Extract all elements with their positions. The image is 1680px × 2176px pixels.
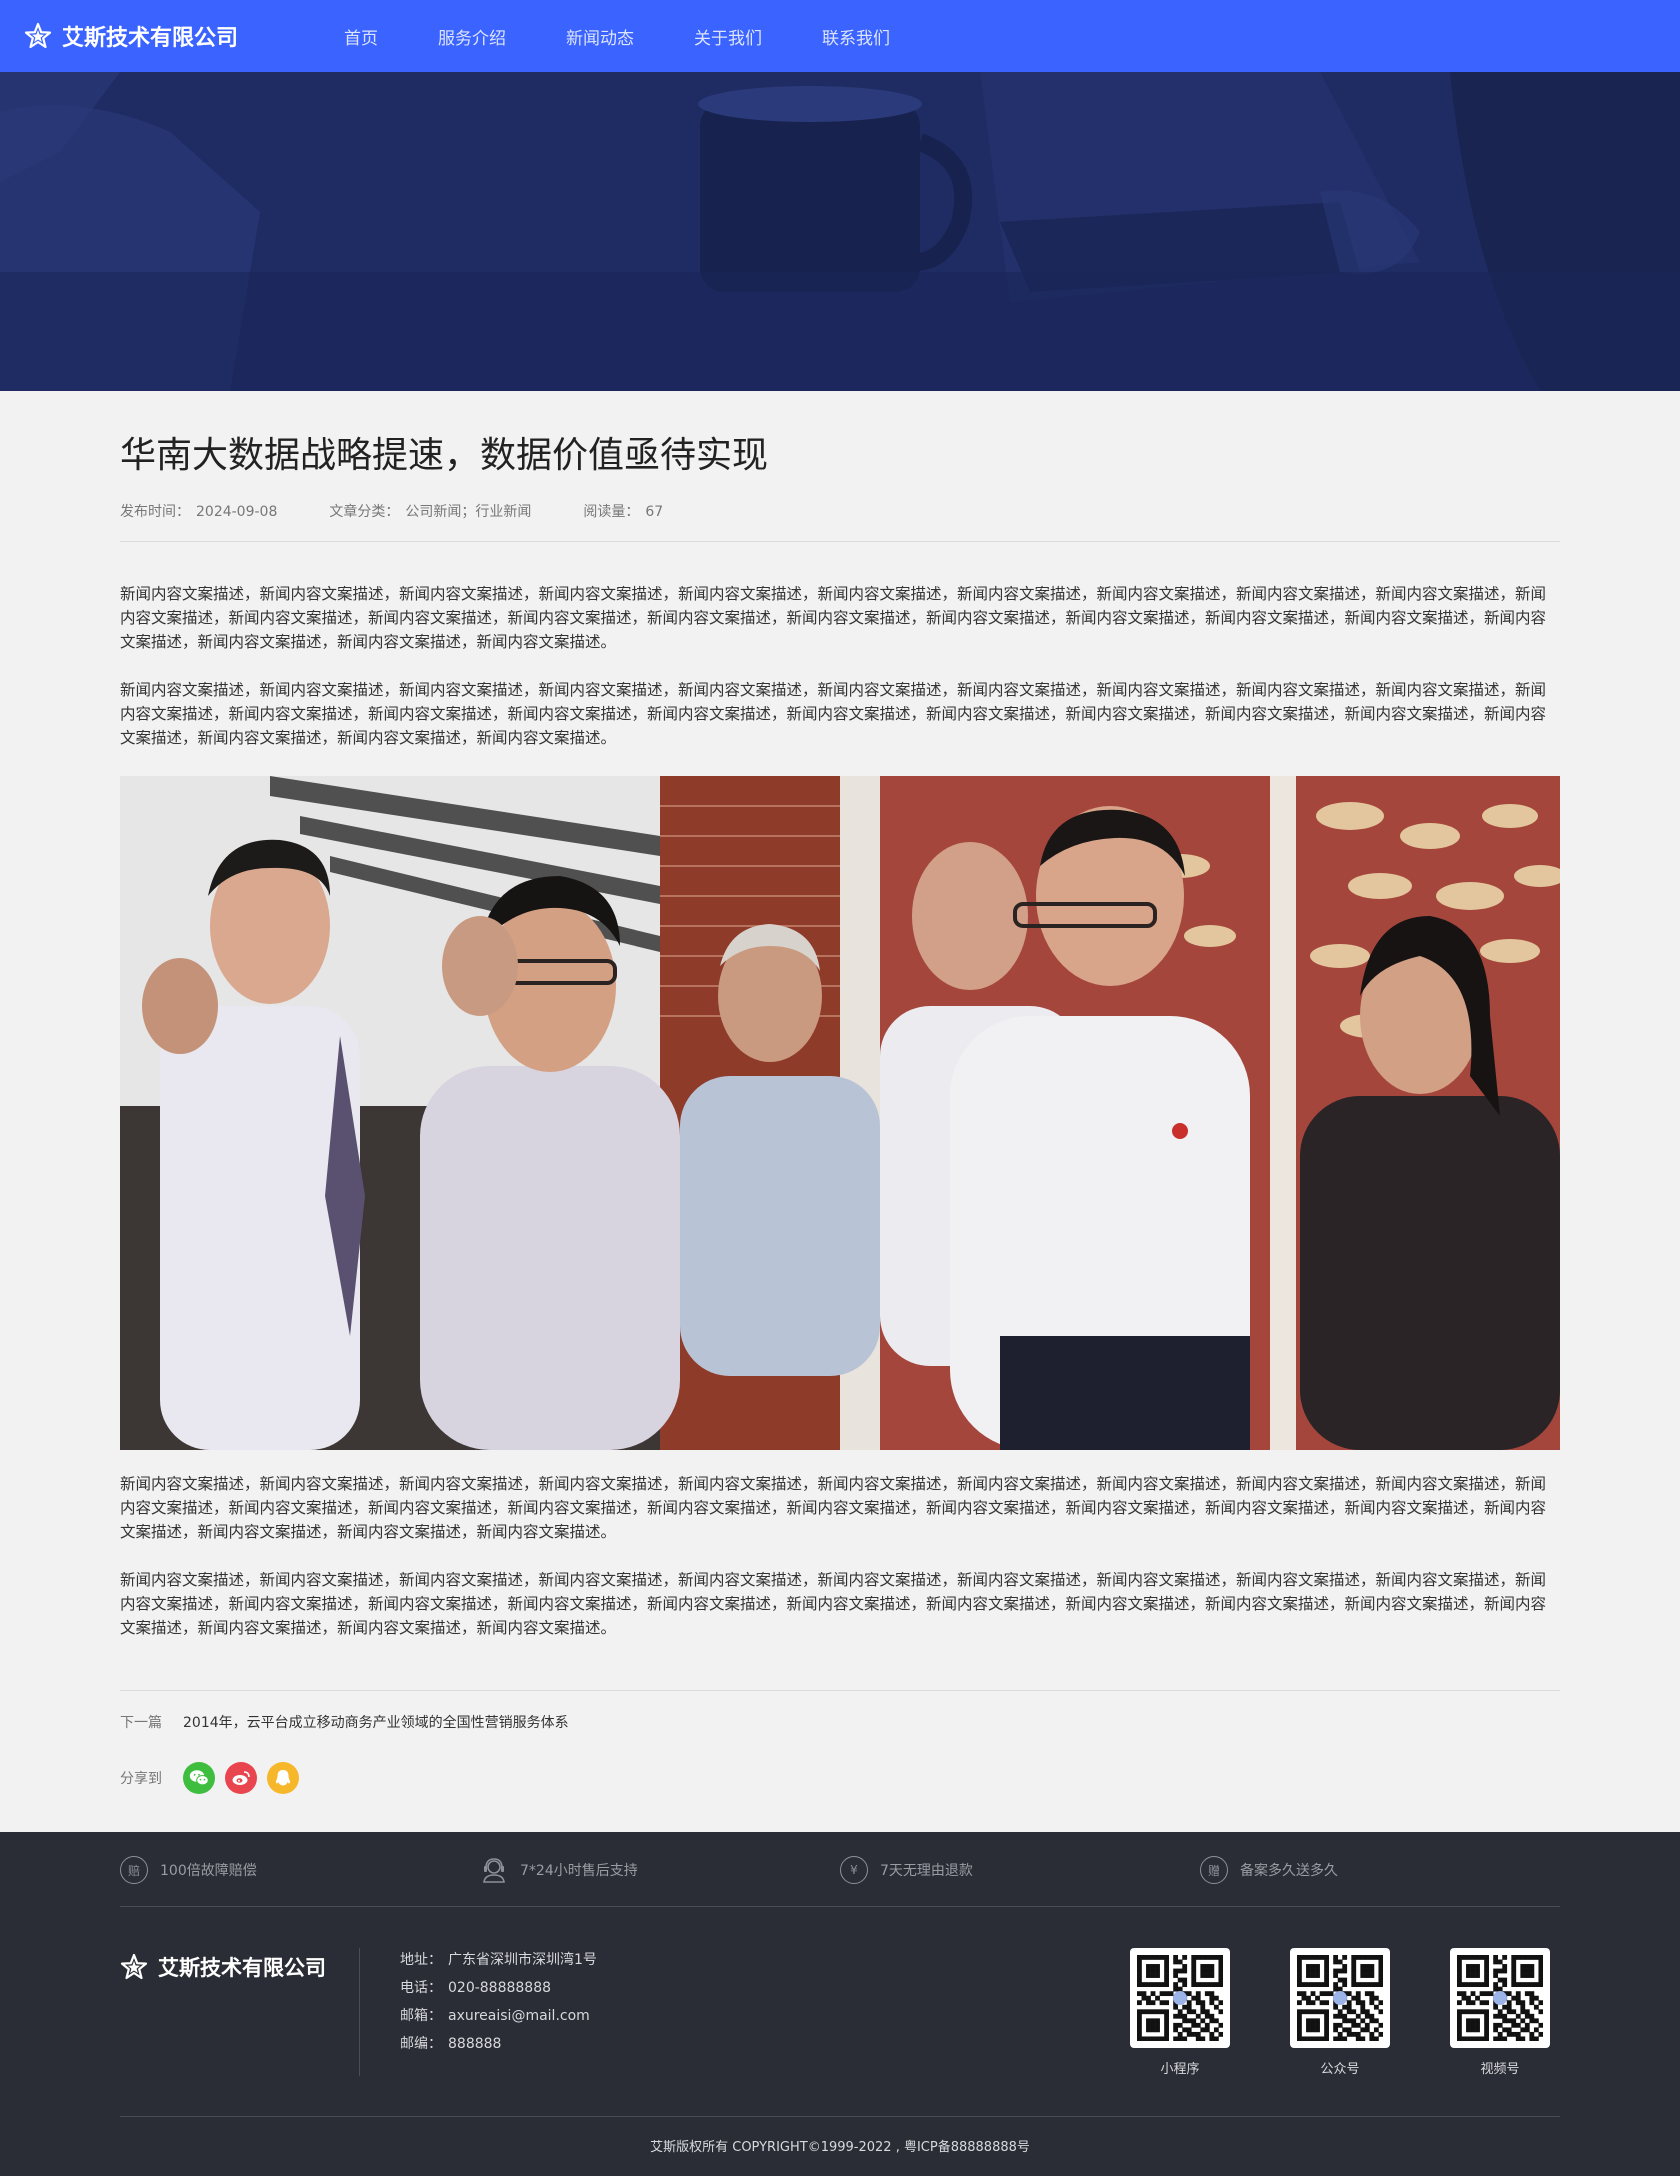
footer-bottom-divider [120, 2116, 1560, 2117]
share-qq-button[interactable] [267, 1762, 299, 1794]
qr-label: 公众号 [1320, 2062, 1360, 2077]
category-value[interactable]: 公司新闻；行业新闻 [405, 504, 531, 520]
group-photo-image [120, 776, 1560, 1450]
qr-mini-program: 小程序 [1130, 1948, 1230, 2077]
hero-background-image [0, 72, 1680, 391]
next-article: 下一篇 2014年，云平台成立移动商务产业领域的全国性营销服务体系 [120, 1711, 1560, 1733]
header-logo[interactable]: 艾斯技术有限公司 [24, 20, 314, 52]
qr-code-icon [1297, 1955, 1383, 2041]
star-logo-icon [24, 22, 52, 49]
qr-codes: 小程序 公众号 视频号 [1130, 1948, 1550, 2077]
postcode-label: 邮编： [400, 2036, 442, 2052]
phone-label: 电话： [400, 1980, 442, 1996]
view-count: 阅读量： 67 [583, 501, 663, 521]
feature-text: 100倍故障赔偿 [160, 1863, 257, 1879]
article-paragraph: 新闻内容文案描述，新闻内容文案描述，新闻内容文案描述，新闻内容文案描述，新闻内容… [120, 1571, 1547, 1637]
feature-item: 7*24小时售后支持 [480, 1854, 840, 1886]
next-article-link[interactable]: 2014年，云平台成立移动商务产业领域的全国性营销服务体系 [183, 1712, 569, 1732]
article-title: 华南大数据战略提速，数据价值亟待实现 [120, 435, 769, 476]
address-value: 广东省深圳市深圳湾1号 [448, 1952, 597, 1968]
article: 华南大数据战略提速，数据价值亟待实现 发布时间： 2024-09-08 文章分类：… [120, 391, 1560, 1795]
contact-info: 地址： 广东省深圳市深圳湾1号 电话： 020-88888888 邮箱： axurea… [400, 1946, 597, 2058]
weibo-icon [232, 1771, 250, 1785]
article-meta: 发布时间： 2024-09-08 文章分类： 公司新闻；行业新闻 阅读量： 67 [120, 499, 1560, 523]
footer-logo[interactable]: 艾斯技术有限公司 [120, 1952, 326, 1982]
phone-value[interactable]: 020-88888888 [448, 1980, 551, 1996]
share-label: 分享到 [120, 1771, 162, 1787]
feature-text: 7*24小时售后支持 [520, 1863, 638, 1879]
article-end-divider [120, 1690, 1560, 1691]
customer-service-icon [480, 1856, 508, 1884]
feature-text: 备案多久送多久 [1240, 1863, 1338, 1879]
feature-item: ¥ 7天无理由退款 [840, 1854, 1200, 1886]
contact-address: 地址： 广东省深圳市深圳湾1号 [400, 1946, 597, 1974]
qr-code-image [1130, 1948, 1230, 2048]
service-features: 赔 100倍故障赔偿 7*24小时售后支持 ¥ 7天无理由退款 赠 备案多久送多… [120, 1854, 1560, 1886]
contact-phone: 电话： 020-88888888 [400, 1974, 597, 2002]
title-divider [120, 541, 1560, 542]
contact-postcode: 邮编： 888888 [400, 2030, 597, 2058]
qq-icon [275, 1770, 291, 1786]
share-wechat-button[interactable] [183, 1762, 215, 1794]
publish-date: 发布时间： 2024-09-08 [120, 501, 277, 521]
article-paragraph: 新闻内容文案描述，新闻内容文案描述，新闻内容文案描述，新闻内容文案描述，新闻内容… [120, 681, 1547, 747]
share-weibo-button[interactable] [225, 1762, 257, 1794]
qr-label: 小程序 [1160, 2062, 1200, 2077]
qr-code-image [1290, 1948, 1390, 2048]
nav-about[interactable]: 关于我们 [694, 24, 762, 49]
article-category: 文章分类： 公司新闻；行业新闻 [329, 501, 531, 521]
footer-company-name: 艾斯技术有限公司 [158, 1956, 326, 1980]
article-photo [120, 776, 1560, 1450]
view-count-label: 阅读量： [583, 504, 640, 520]
publish-date-label: 发布时间： [120, 504, 190, 520]
feature-item: 赔 100倍故障赔偿 [120, 1854, 480, 1886]
postcode-value: 888888 [448, 2036, 502, 2052]
share-bar: 分享到 [120, 1761, 1560, 1795]
email-label: 邮箱： [400, 2008, 442, 2024]
site-footer: 赔 100倍故障赔偿 7*24小时售后支持 ¥ 7天无理由退款 赠 备案多久送多… [0, 1832, 1680, 2176]
qr-code-image [1450, 1948, 1550, 2048]
email-value[interactable]: axureaisi@mail.com [448, 2008, 590, 2024]
compensation-icon: 赔 [120, 1856, 148, 1884]
gift-icon: 赠 [1200, 1856, 1228, 1884]
refund-icon: ¥ [840, 1856, 868, 1884]
qr-official-account: 公众号 [1290, 1948, 1390, 2077]
publish-date-value: 2024-09-08 [196, 504, 278, 520]
category-label: 文章分类： [329, 504, 400, 520]
nav-home[interactable]: 首页 [344, 24, 378, 49]
main-nav: 首页 服务介绍 新闻动态 关于我们 联系我们 [314, 24, 950, 49]
article-paragraph: 新闻内容文案描述，新闻内容文案描述，新闻内容文案描述，新闻内容文案描述，新闻内容… [120, 1475, 1547, 1541]
star-logo-icon [120, 1953, 148, 1980]
company-name: 艾斯技术有限公司 [62, 26, 239, 51]
nav-services[interactable]: 服务介绍 [438, 24, 506, 49]
footer-divider [120, 1906, 1560, 1907]
address-label: 地址： [400, 1952, 442, 1968]
view-count-value: 67 [645, 504, 664, 520]
top-nav-bar: 艾斯技术有限公司 首页 服务介绍 新闻动态 关于我们 联系我们 [0, 0, 1680, 72]
footer-vertical-divider [359, 1948, 360, 2076]
feature-item: 赠 备案多久送多久 [1200, 1854, 1560, 1886]
nav-contact[interactable]: 联系我们 [822, 24, 890, 49]
feature-text: 7天无理由退款 [880, 1863, 973, 1879]
qr-code-icon [1457, 1955, 1543, 2041]
qr-video-channel: 视频号 [1450, 1948, 1550, 2077]
article-paragraph: 新闻内容文案描述，新闻内容文案描述，新闻内容文案描述，新闻内容文案描述，新闻内容… [120, 585, 1547, 651]
nav-news[interactable]: 新闻动态 [566, 24, 634, 49]
copyright: 艾斯版权所有 COPYRIGHT©1999-2022 , 粤ICP备888888… [650, 2140, 1030, 2155]
next-article-label: 下一篇 [120, 1715, 162, 1731]
qr-code-icon [1137, 1955, 1223, 2041]
contact-email: 邮箱： axureaisi@mail.com [400, 2002, 597, 2030]
qr-label: 视频号 [1480, 2062, 1520, 2077]
hero-banner [0, 72, 1680, 391]
wechat-icon [189, 1770, 209, 1786]
